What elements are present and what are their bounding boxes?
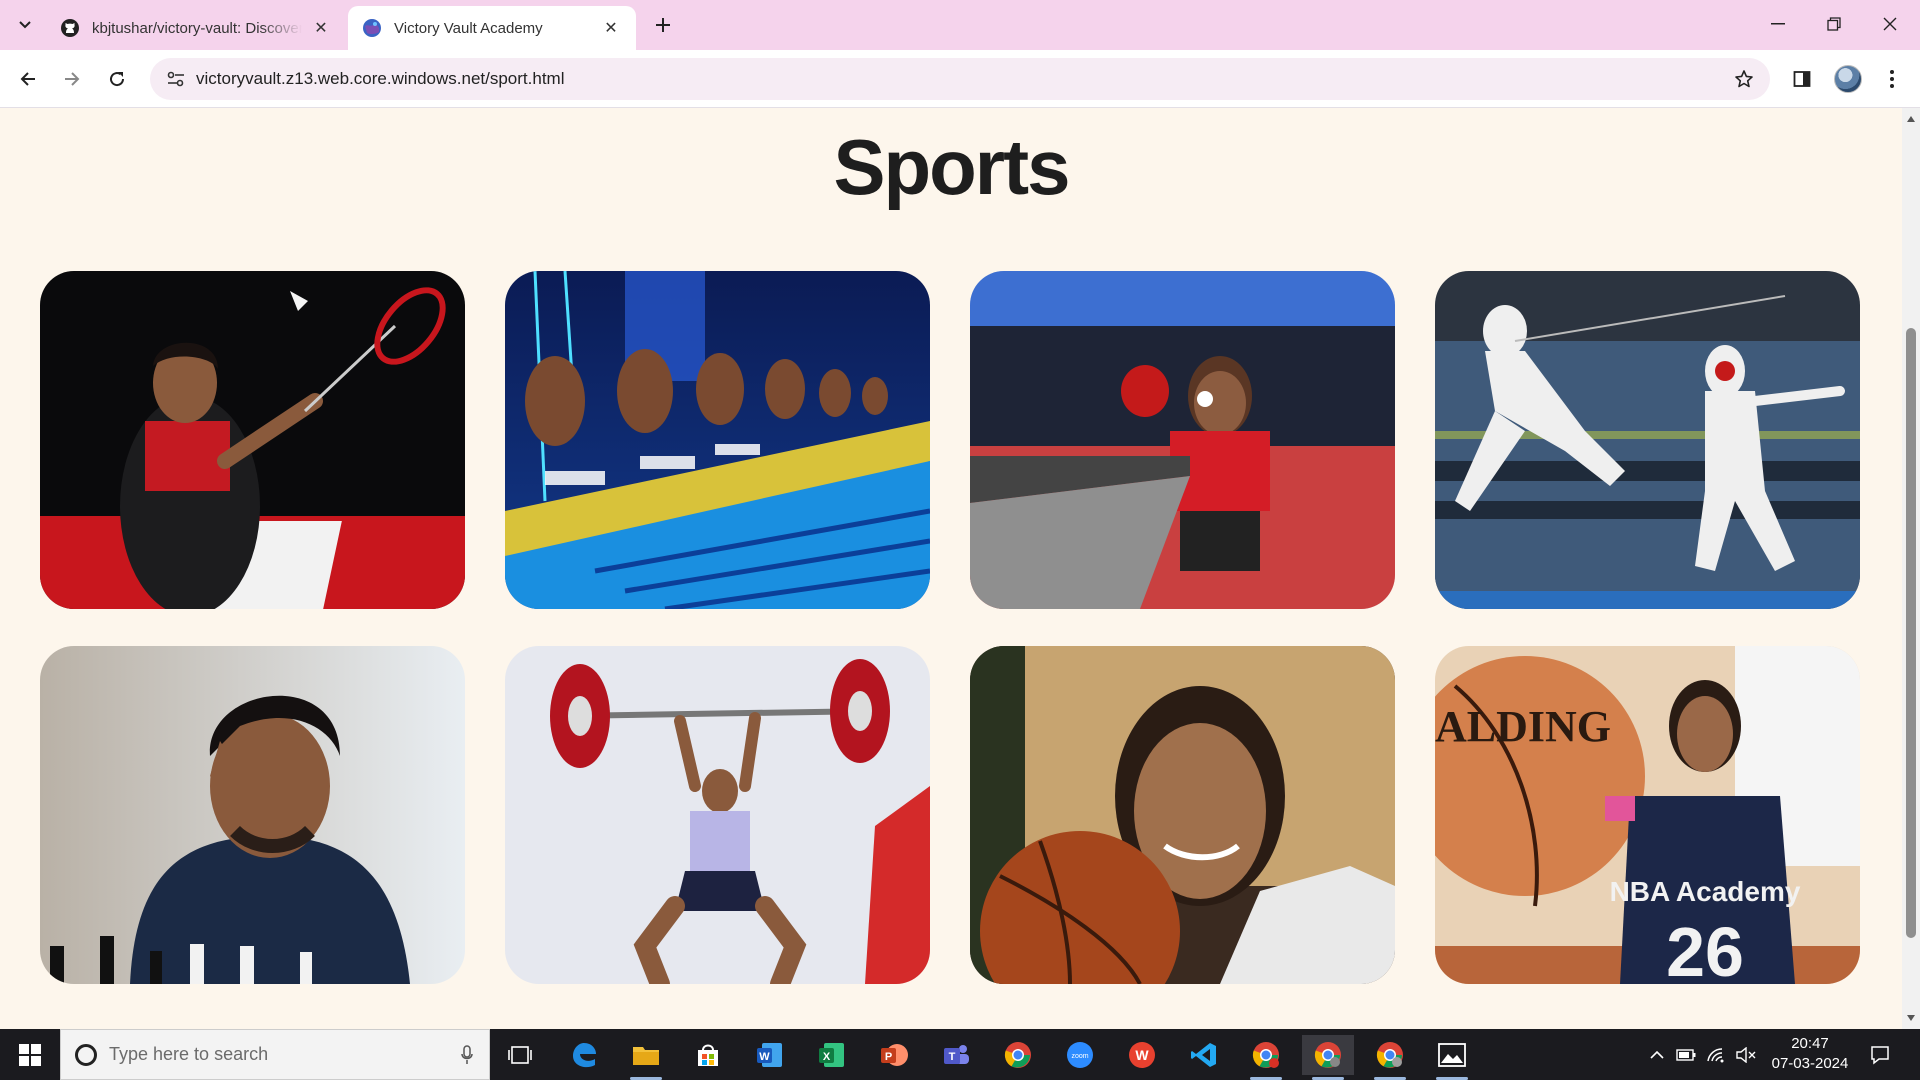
- bookmark-star-icon[interactable]: [1730, 65, 1758, 93]
- side-panel-icon[interactable]: [1786, 63, 1818, 95]
- svg-text:W: W: [759, 1051, 770, 1063]
- sport-card-table-tennis[interactable]: [970, 271, 1395, 609]
- browser-toolbar: victoryvault.z13.web.core.windows.net/sp…: [0, 50, 1920, 108]
- sport-card-nba-academy[interactable]: ALDING NBA Academy 26: [1435, 646, 1860, 984]
- tab-victory-vault[interactable]: Victory Vault Academy ✕: [348, 6, 636, 50]
- scroll-up-arrow-icon[interactable]: [1902, 112, 1920, 126]
- sport-card-badminton[interactable]: [40, 271, 465, 609]
- basketball-player-photo: [970, 646, 1395, 984]
- sport-card-weightlifting[interactable]: [505, 646, 930, 984]
- close-window-icon[interactable]: [1862, 0, 1918, 48]
- show-hidden-icons-chevron-icon[interactable]: [1644, 1029, 1670, 1080]
- tab-strip: kbjtushar/victory-vault: Discover ✕ Vict…: [0, 0, 1920, 50]
- swimmers-start-photo: [505, 271, 930, 609]
- table-tennis-player-photo: [970, 271, 1395, 609]
- edge-icon[interactable]: [558, 1035, 610, 1075]
- new-tab-plus-icon[interactable]: [648, 10, 678, 40]
- wifi-icon[interactable]: [1702, 1029, 1730, 1080]
- url-text: victoryvault.z13.web.core.windows.net/sp…: [196, 69, 565, 88]
- close-tab-icon[interactable]: ✕: [600, 17, 622, 39]
- notification-center-icon[interactable]: [1862, 1039, 1898, 1071]
- system-clock[interactable]: 20:47 07-03-2024: [1760, 1034, 1860, 1074]
- github-icon: [60, 18, 80, 38]
- site-settings-icon[interactable]: [162, 65, 190, 93]
- battery-icon[interactable]: [1672, 1029, 1700, 1080]
- jersey-text: NBA Academy: [1610, 876, 1801, 907]
- chrome-icon[interactable]: [992, 1035, 1044, 1075]
- windows-taskbar: Type here to search W X P T zoom W 20:47…: [0, 1029, 1920, 1080]
- fencers-photo: [1435, 271, 1860, 609]
- task-view-icon[interactable]: [494, 1035, 546, 1075]
- weightlifter-photo: [505, 646, 930, 984]
- wps-icon[interactable]: W: [1116, 1035, 1168, 1075]
- reload-icon[interactable]: [101, 63, 133, 95]
- scrollbar-thumb[interactable]: [1906, 328, 1916, 938]
- chess-player-photo: [40, 646, 465, 984]
- microphone-icon[interactable]: [459, 1044, 475, 1066]
- vscode-icon[interactable]: [1178, 1035, 1230, 1075]
- chrome-active-icon[interactable]: [1302, 1035, 1354, 1080]
- photos-icon[interactable]: [1426, 1035, 1478, 1080]
- cortana-circle-icon: [75, 1043, 97, 1066]
- chrome-alt-icon[interactable]: [1364, 1035, 1416, 1080]
- excel-icon[interactable]: X: [806, 1035, 858, 1075]
- tab-title: kbjtushar/victory-vault: Discover: [92, 19, 302, 37]
- powerpoint-icon[interactable]: P: [868, 1035, 920, 1075]
- store-icon[interactable]: [682, 1035, 734, 1075]
- volume-muted-icon[interactable]: [1732, 1029, 1760, 1080]
- address-bar[interactable]: victoryvault.z13.web.core.windows.net/sp…: [150, 58, 1770, 100]
- file-explorer-icon[interactable]: [620, 1035, 672, 1080]
- search-placeholder: Type here to search: [109, 1044, 269, 1064]
- vertical-scrollbar[interactable]: [1902, 108, 1920, 1029]
- clock-date: 07-03-2024: [1771, 1055, 1849, 1072]
- scroll-down-arrow-icon[interactable]: [1902, 1011, 1920, 1025]
- restore-icon[interactable]: [1806, 0, 1862, 48]
- jersey-number: 26: [1666, 913, 1744, 984]
- kebab-menu-icon[interactable]: [1878, 63, 1906, 95]
- windows-start-icon[interactable]: [0, 1029, 60, 1080]
- page-viewport: Sports ALDING NBA Academy 26: [0, 108, 1902, 1029]
- profile-avatar[interactable]: [1834, 65, 1862, 93]
- badminton-player-photo: [40, 271, 465, 609]
- tab-title: Victory Vault Academy: [394, 19, 543, 37]
- ball-brand-text: ALDING: [1435, 702, 1611, 751]
- svg-text:X: X: [823, 1051, 831, 1063]
- sport-card-chess[interactable]: [40, 646, 465, 984]
- tab-search-chevron-icon[interactable]: [10, 12, 40, 38]
- svg-text:P: P: [885, 1051, 892, 1063]
- teams-icon[interactable]: T: [930, 1035, 982, 1075]
- chrome-profile-icon[interactable]: [1240, 1035, 1292, 1080]
- zoom-icon[interactable]: zoom: [1054, 1035, 1106, 1075]
- page-title: Sports: [833, 123, 1070, 211]
- clock-time: 20:47: [1791, 1035, 1829, 1052]
- close-tab-icon[interactable]: ✕: [310, 17, 332, 39]
- svg-text:T: T: [949, 1051, 956, 1063]
- sport-card-fencing[interactable]: [1435, 271, 1860, 609]
- site-globe-icon: [362, 18, 382, 38]
- tab-github[interactable]: kbjtushar/victory-vault: Discover ✕: [46, 6, 346, 50]
- word-icon[interactable]: W: [744, 1035, 796, 1075]
- svg-text:W: W: [1135, 1047, 1149, 1063]
- minimize-icon[interactable]: [1750, 0, 1806, 48]
- svg-text:zoom: zoom: [1071, 1053, 1088, 1060]
- forward-arrow-icon[interactable]: [56, 63, 88, 95]
- sport-card-swimming[interactable]: [505, 271, 930, 609]
- sport-card-basketball[interactable]: [970, 646, 1395, 984]
- taskbar-search-input[interactable]: Type here to search: [60, 1029, 490, 1080]
- back-arrow-icon[interactable]: [12, 63, 44, 95]
- nba-academy-player-photo: ALDING NBA Academy 26: [1435, 646, 1860, 984]
